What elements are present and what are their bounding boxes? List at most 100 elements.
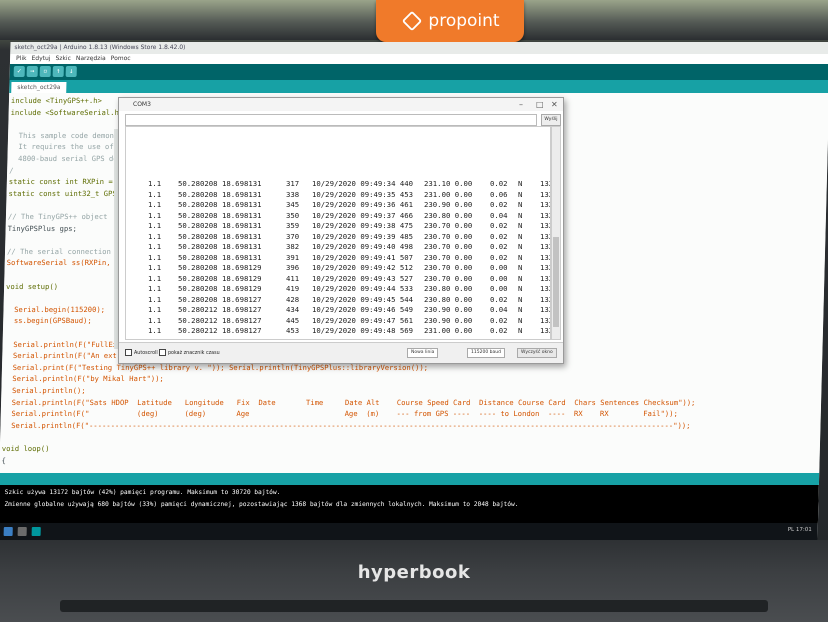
photo-scene: propoint sketch_oct29a | Arduino 1.8.13 … bbox=[0, 0, 828, 622]
autoscroll-label: Autoscroll bbox=[134, 351, 158, 356]
serial-cell: N bbox=[518, 221, 523, 230]
serial-cell: 10/29/2020 09:49:41 507 bbox=[312, 252, 414, 262]
serial-cell: 50.280212 bbox=[178, 315, 218, 325]
code-line: Serial.begin(115200); bbox=[5, 304, 106, 314]
console-line: Zmienne globalne używają 680 bajtów (33%… bbox=[4, 501, 519, 508]
menu-item[interactable]: Narzędzia bbox=[76, 55, 106, 62]
serial-cell: N bbox=[518, 305, 523, 314]
code-line: // The serial connection t bbox=[6, 246, 120, 256]
serial-cell: 0.00 bbox=[490, 263, 508, 272]
serial-cell: 231.00 0.00 bbox=[424, 337, 472, 340]
serial-cell: 50.280208 bbox=[178, 200, 218, 209]
serial-cell: 18.698131 bbox=[222, 221, 262, 230]
serial-cell: 434 bbox=[286, 305, 300, 314]
code-line: Serial.print(F("Testing TinyGPS++ librar… bbox=[3, 362, 429, 372]
code-line: It requires the use of bbox=[9, 142, 114, 152]
serial-cell: 1324 bbox=[540, 231, 550, 241]
open-button[interactable]: ↑ bbox=[52, 66, 64, 77]
clear-output-button[interactable]: Wyczyść okno bbox=[517, 348, 557, 358]
serial-cell: 1324 bbox=[540, 263, 550, 272]
serial-cell: 1.1 bbox=[148, 273, 162, 283]
serial-cell: 345 bbox=[286, 200, 300, 209]
save-button[interactable]: ↓ bbox=[65, 66, 77, 77]
serial-cell: 230.90 0.00 bbox=[424, 200, 473, 209]
serial-cell: 0.02 bbox=[490, 231, 508, 241]
serial-title-bar: COM3 – □ ✕ bbox=[119, 98, 563, 111]
serial-input-field[interactable] bbox=[125, 114, 537, 126]
serial-cell: 1324 bbox=[540, 200, 550, 209]
serial-cell: 1324 bbox=[540, 242, 550, 251]
serial-cell: N bbox=[518, 263, 523, 272]
serial-cell: 1.1 bbox=[148, 210, 162, 220]
serial-cell: 1.1 bbox=[148, 326, 162, 335]
serial-cell: 50.280212 bbox=[178, 305, 218, 314]
output-console: Szkic używa 13172 bajtów (42%) pamięci p… bbox=[0, 485, 819, 523]
serial-cell: 1324 bbox=[540, 210, 550, 220]
scrollbar-thumb[interactable] bbox=[553, 237, 559, 327]
menu-item[interactable]: Edytuj bbox=[31, 55, 50, 62]
serial-cell: 18.698127 bbox=[222, 294, 262, 304]
serial-cell: 1.1 bbox=[148, 252, 162, 262]
serial-cell: 50.280208 bbox=[178, 263, 218, 272]
verify-button[interactable]: ✓ bbox=[13, 66, 25, 77]
serial-cell: 18.698127 bbox=[222, 305, 262, 314]
serial-cell: 50.280212 bbox=[178, 326, 218, 335]
serial-cell: 50.280208 bbox=[178, 252, 218, 262]
serial-cell: 1324 bbox=[540, 337, 550, 340]
new-button[interactable]: ▫ bbox=[39, 66, 51, 77]
menu-item[interactable]: Szkic bbox=[55, 55, 71, 62]
propoint-tag: propoint bbox=[376, 0, 524, 42]
ide-tab-bar: sketch_oct29a bbox=[9, 80, 828, 93]
serial-cell: 50.280208 bbox=[178, 231, 218, 241]
serial-cell: 18.698131 bbox=[222, 252, 262, 262]
serial-cell: N bbox=[518, 337, 522, 340]
serial-cell: 1324 bbox=[540, 294, 550, 304]
serial-cell: 18.698131 bbox=[222, 242, 262, 251]
serial-cell: N bbox=[518, 242, 523, 251]
serial-cell: 10/29/2020 09:49:34 440 bbox=[312, 179, 414, 188]
serial-cell: 453 bbox=[286, 326, 300, 335]
menu-item[interactable]: Pomoc bbox=[111, 55, 131, 62]
serial-cell: 230.70 0.00 bbox=[424, 221, 473, 230]
serial-cell: 18.698127 bbox=[222, 315, 262, 325]
search-icon[interactable] bbox=[17, 527, 27, 536]
send-button[interactable]: Wyślij bbox=[541, 114, 561, 126]
serial-cell: 1324 bbox=[540, 189, 550, 199]
serial-cell: 0.02 bbox=[490, 294, 508, 304]
serial-cell: 317 bbox=[286, 179, 300, 188]
code-line: Serial.println(F(" (deg) (deg) Age Age (… bbox=[2, 409, 678, 419]
maximize-icon[interactable]: □ bbox=[536, 98, 544, 111]
serial-cell: 1324 bbox=[540, 273, 550, 283]
taskbar-clock: PL 17:01 bbox=[787, 527, 812, 533]
tab-sketch[interactable]: sketch_oct29a bbox=[11, 82, 67, 93]
autoscroll-checkbox[interactable]: Autoscroll bbox=[125, 349, 158, 356]
serial-cell: 10/29/2020 09:49:42 512 bbox=[312, 263, 414, 272]
start-icon[interactable] bbox=[3, 527, 13, 536]
code-line: Serial.println(); bbox=[3, 386, 86, 395]
upload-button[interactable]: → bbox=[26, 66, 38, 77]
serial-cell: 10/29/2020 09:49:45 544 bbox=[312, 294, 414, 304]
serial-cell: 50.280208 bbox=[178, 242, 218, 251]
menu-item[interactable]: Plik bbox=[16, 55, 27, 62]
serial-cell: 50.280208 bbox=[178, 179, 218, 188]
serial-scrollbar[interactable] bbox=[551, 126, 561, 340]
serial-cell: 230.70 0.00 bbox=[424, 252, 473, 262]
code-line: static const uint32_t GPSB bbox=[8, 188, 122, 198]
minimize-icon[interactable]: – bbox=[519, 98, 523, 111]
serial-cell: 10/29/2020 09:49:48 569 bbox=[312, 326, 414, 335]
serial-cell: 50.280208 bbox=[178, 189, 218, 199]
serial-cell: 10/29/2020 09:49:43 527 bbox=[312, 273, 414, 283]
close-icon[interactable]: ✕ bbox=[551, 98, 558, 111]
serial-cell: 230.90 0.00 bbox=[424, 305, 473, 314]
serial-cell: 0.02 bbox=[490, 326, 508, 335]
arduino-app-icon[interactable] bbox=[31, 527, 41, 536]
line-ending-select[interactable]: Nowa linia bbox=[407, 348, 439, 358]
propoint-logo-icon bbox=[402, 10, 423, 32]
code-line: include <TinyGPS++.h> bbox=[10, 96, 102, 105]
timestamp-checkbox[interactable]: pokaż znacznik czasu bbox=[159, 349, 220, 356]
baud-rate-select[interactable]: 115200 baud bbox=[467, 348, 505, 358]
serial-cell: 18.698127 bbox=[222, 337, 262, 340]
serial-cell: 1324 bbox=[540, 305, 550, 314]
serial-cell: 359 bbox=[286, 221, 300, 230]
serial-cell: 10/29/2020 09:49:46 549 bbox=[312, 305, 414, 314]
